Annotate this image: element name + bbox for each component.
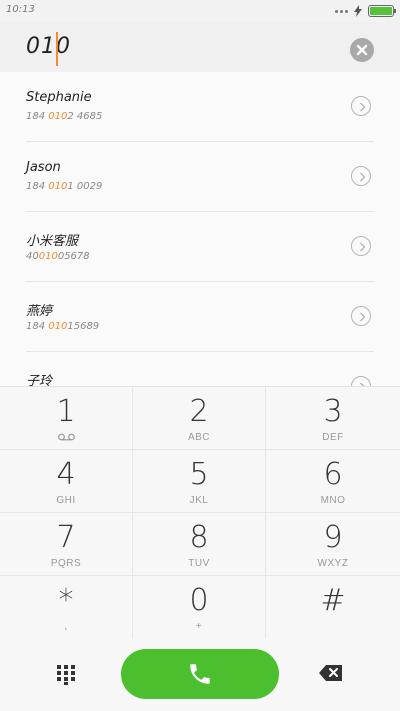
- chevron-right-icon: [360, 382, 365, 386]
- contact-number: 184 01015689: [26, 321, 100, 332]
- clear-icon: [356, 44, 368, 56]
- dial-keypad: 1 2 ABC 3 DEF 4 GHI 5 JKL 6 MNO 7 PQRS 8…: [0, 386, 400, 639]
- bottom-action-bar: [0, 638, 400, 711]
- chevron-right-icon: [360, 242, 366, 252]
- dial-input-area[interactable]: 010: [0, 22, 400, 72]
- number-match-highlight: 010: [48, 111, 68, 122]
- voicemail-icon: [58, 433, 75, 441]
- number-match-highlight: 010: [38, 251, 58, 262]
- key-digit: 5: [189, 457, 209, 492]
- call-button[interactable]: [121, 649, 279, 699]
- key-digit: 8: [189, 520, 209, 555]
- number-match-highlight: 010: [48, 321, 68, 332]
- contact-row[interactable]: 燕婷 184 01015689: [0, 282, 400, 352]
- contact-name: 燕婷: [26, 304, 53, 319]
- contact-detail-button[interactable]: [351, 306, 371, 326]
- key-star[interactable]: * ,: [0, 576, 133, 639]
- key-letters: ABC: [187, 432, 211, 443]
- key-digit: 0: [189, 583, 209, 618]
- contact-name: Jason: [26, 160, 61, 175]
- key-digit: 9: [323, 520, 343, 555]
- key-letters: ,: [64, 621, 68, 632]
- number-match-highlight: 010: [48, 181, 68, 192]
- text-caret: [56, 32, 58, 66]
- contact-row[interactable]: Jason 184 0101 0029: [0, 142, 400, 212]
- key-digit: 3: [323, 394, 343, 429]
- key-6[interactable]: 6 MNO: [266, 450, 400, 513]
- key-5[interactable]: 5 JKL: [133, 450, 266, 513]
- key-digit: 7: [56, 520, 76, 555]
- contact-row[interactable]: 子玲: [0, 352, 400, 386]
- dialpad-toggle-button[interactable]: [54, 662, 78, 686]
- battery-icon: [368, 5, 396, 17]
- key-letters: PQRS: [50, 558, 82, 569]
- key-3[interactable]: 3 DEF: [266, 387, 400, 450]
- contact-detail-button[interactable]: [351, 376, 371, 386]
- key-letters: DEF: [322, 432, 344, 443]
- contact-name: 子玲: [26, 374, 53, 386]
- key-1[interactable]: 1: [0, 387, 133, 450]
- status-time: 10:13: [6, 4, 35, 15]
- key-8[interactable]: 8 TUV: [133, 513, 266, 576]
- contact-number: 184 0101 0029: [26, 181, 103, 192]
- key-letters: JKL: [189, 495, 209, 506]
- contact-name: 小米客服: [26, 234, 79, 249]
- key-digit: 6: [323, 457, 343, 492]
- contact-number: 184 0102 4685: [26, 111, 103, 122]
- chevron-right-icon: [360, 312, 366, 322]
- contact-detail-button[interactable]: [351, 166, 371, 186]
- key-digit: *: [58, 583, 74, 618]
- key-digit: 2: [189, 394, 209, 429]
- contact-detail-button[interactable]: [351, 236, 371, 256]
- contact-suggestions-list[interactable]: Stephanie 184 0102 4685 Jason 184 0101 0…: [0, 72, 400, 386]
- status-icons: [335, 4, 396, 18]
- contact-name: Stephanie: [26, 90, 92, 105]
- contact-row[interactable]: 小米客服 4001005678: [0, 212, 400, 282]
- key-0[interactable]: 0 +: [133, 576, 266, 639]
- key-7[interactable]: 7 PQRS: [0, 513, 133, 576]
- key-9[interactable]: 9 WXYZ: [266, 513, 400, 576]
- dialpad-grid-icon: [57, 665, 75, 685]
- key-2[interactable]: 2 ABC: [133, 387, 266, 450]
- key-digit: 1: [56, 394, 76, 429]
- contact-number: 4001005678: [26, 251, 90, 262]
- key-letters: WXYZ: [317, 558, 349, 569]
- phone-icon: [190, 664, 210, 684]
- key-hash[interactable]: #: [266, 576, 400, 639]
- contact-detail-button[interactable]: [351, 96, 371, 116]
- status-bar: 10:13: [0, 0, 400, 22]
- contact-row[interactable]: Stephanie 184 0102 4685: [0, 72, 400, 142]
- key-4[interactable]: 4 GHI: [0, 450, 133, 513]
- key-letters: MNO: [320, 495, 346, 506]
- dialed-number: 010: [26, 34, 71, 59]
- chevron-right-icon: [360, 102, 366, 112]
- charging-bolt-icon: [354, 5, 362, 17]
- key-digit: 4: [56, 457, 76, 492]
- key-letters: GHI: [56, 495, 76, 506]
- signal-dots-icon: [335, 9, 348, 13]
- key-letters: +: [195, 621, 203, 632]
- key-letters: TUV: [188, 558, 210, 569]
- backspace-icon: [319, 665, 342, 681]
- clear-button[interactable]: [350, 38, 374, 62]
- backspace-button[interactable]: [318, 664, 346, 684]
- chevron-right-icon: [360, 172, 366, 182]
- key-digit: #: [320, 583, 346, 618]
